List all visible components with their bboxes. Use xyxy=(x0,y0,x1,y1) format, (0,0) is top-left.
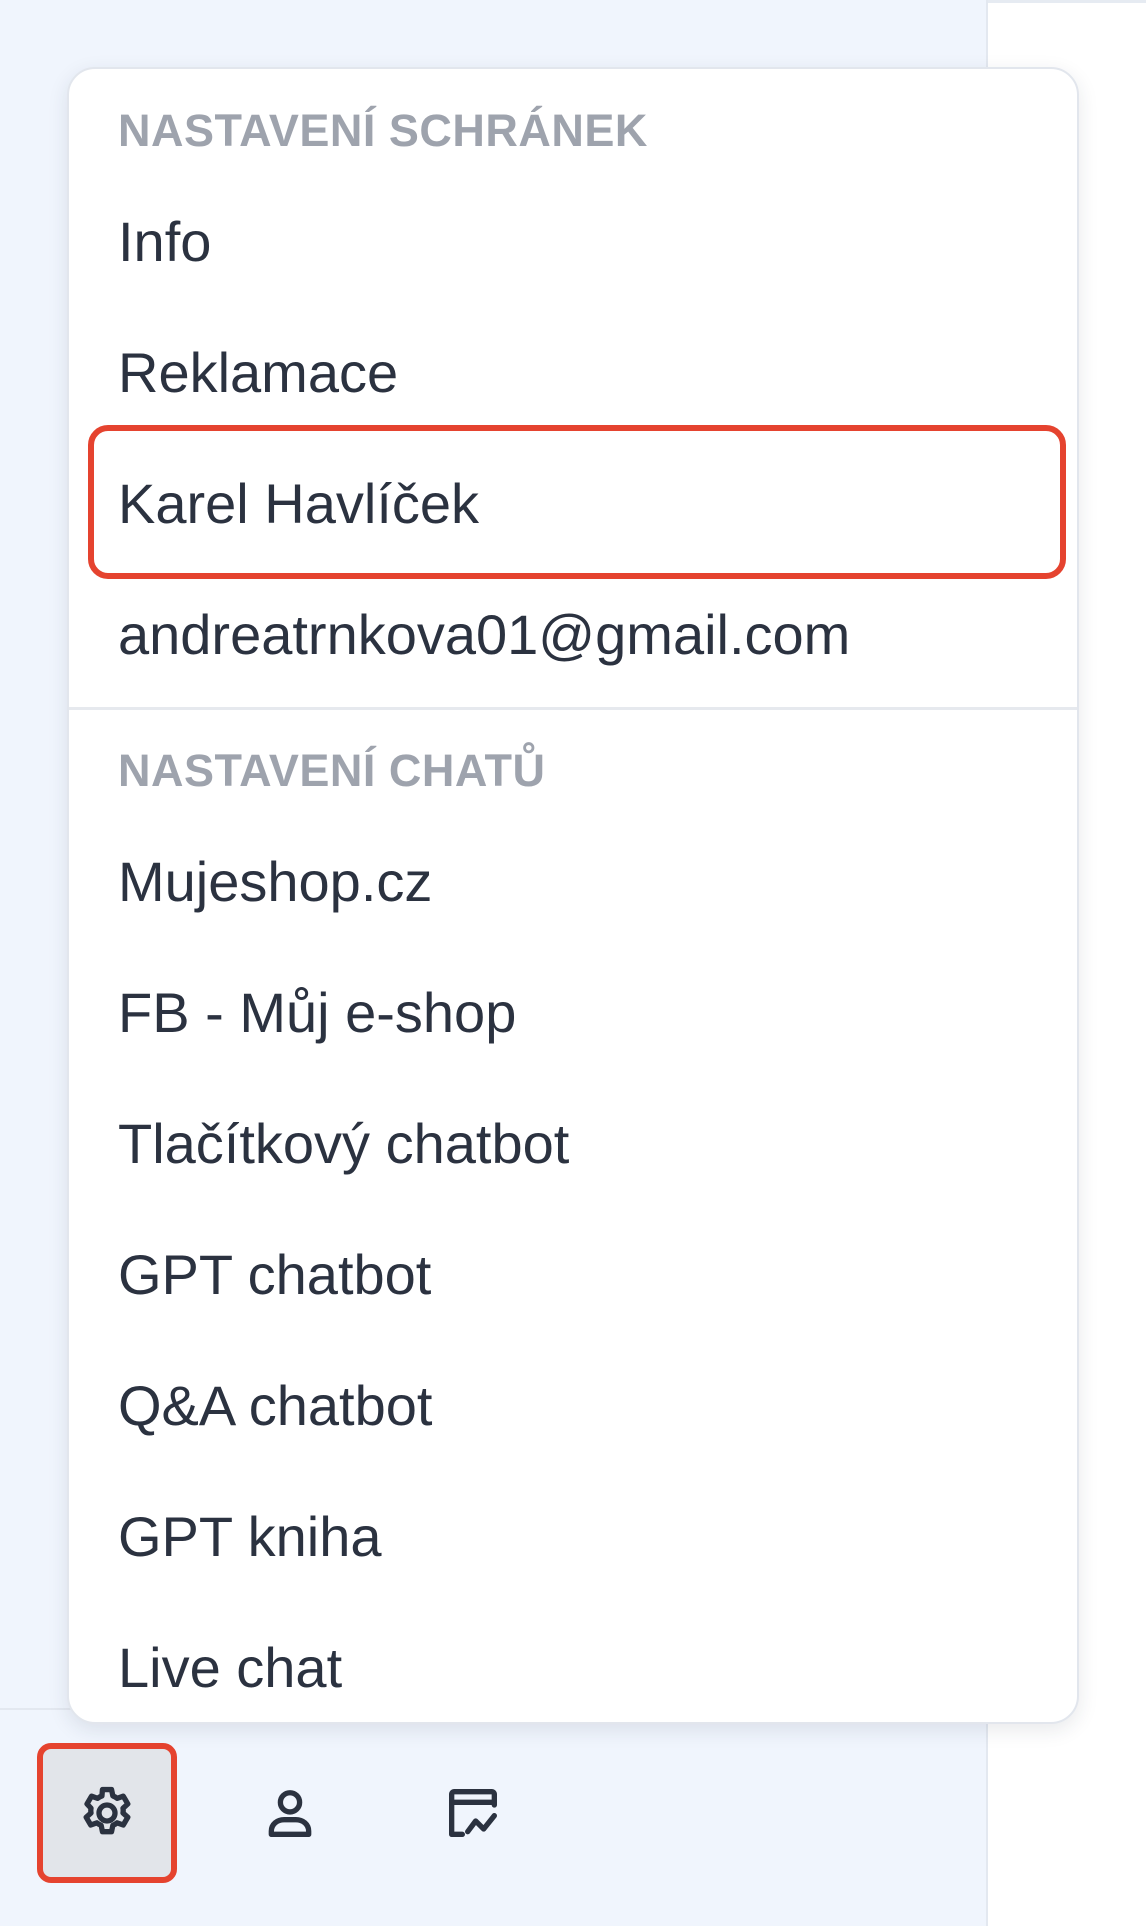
menu-item-live-chat[interactable]: Live chat xyxy=(69,1602,1077,1722)
menu-item-fb-eshop[interactable]: FB - Můj e-shop xyxy=(69,947,1077,1077)
user-icon xyxy=(268,1790,312,1837)
gear-icon xyxy=(83,1786,131,1835)
menu-divider xyxy=(69,707,1077,710)
signature-icon xyxy=(449,1789,497,1837)
settings-dropdown-menu: NASTAVENÍ SCHRÁNEK Info Reklamace Karel … xyxy=(67,67,1079,1724)
profile-button[interactable] xyxy=(220,1743,360,1883)
signature-button[interactable] xyxy=(403,1743,543,1883)
menu-item-karel-havlicek[interactable]: Karel Havlíček xyxy=(69,438,1077,568)
section-label-chats: NASTAVENÍ CHATŮ xyxy=(118,745,546,796)
menu-item-gpt-kniha[interactable]: GPT kniha xyxy=(69,1471,1077,1601)
menu-item-mujeshop[interactable]: Mujeshop.cz xyxy=(69,816,1077,946)
settings-button[interactable] xyxy=(37,1743,177,1883)
menu-item-reklamace[interactable]: Reklamace xyxy=(69,307,1077,437)
menu-item-info[interactable]: Info xyxy=(69,176,1077,306)
bottom-toolbar xyxy=(0,1710,988,1926)
section-label-mailboxes: NASTAVENÍ SCHRÁNEK xyxy=(118,105,648,156)
menu-item-gpt-chatbot[interactable]: GPT chatbot xyxy=(69,1209,1077,1339)
menu-item-button-chatbot[interactable]: Tlačítkový chatbot xyxy=(69,1078,1077,1208)
menu-item-email-mailbox[interactable]: andreatrnkova01@gmail.com xyxy=(69,569,1077,699)
menu-item-qa-chatbot[interactable]: Q&A chatbot xyxy=(69,1340,1077,1470)
